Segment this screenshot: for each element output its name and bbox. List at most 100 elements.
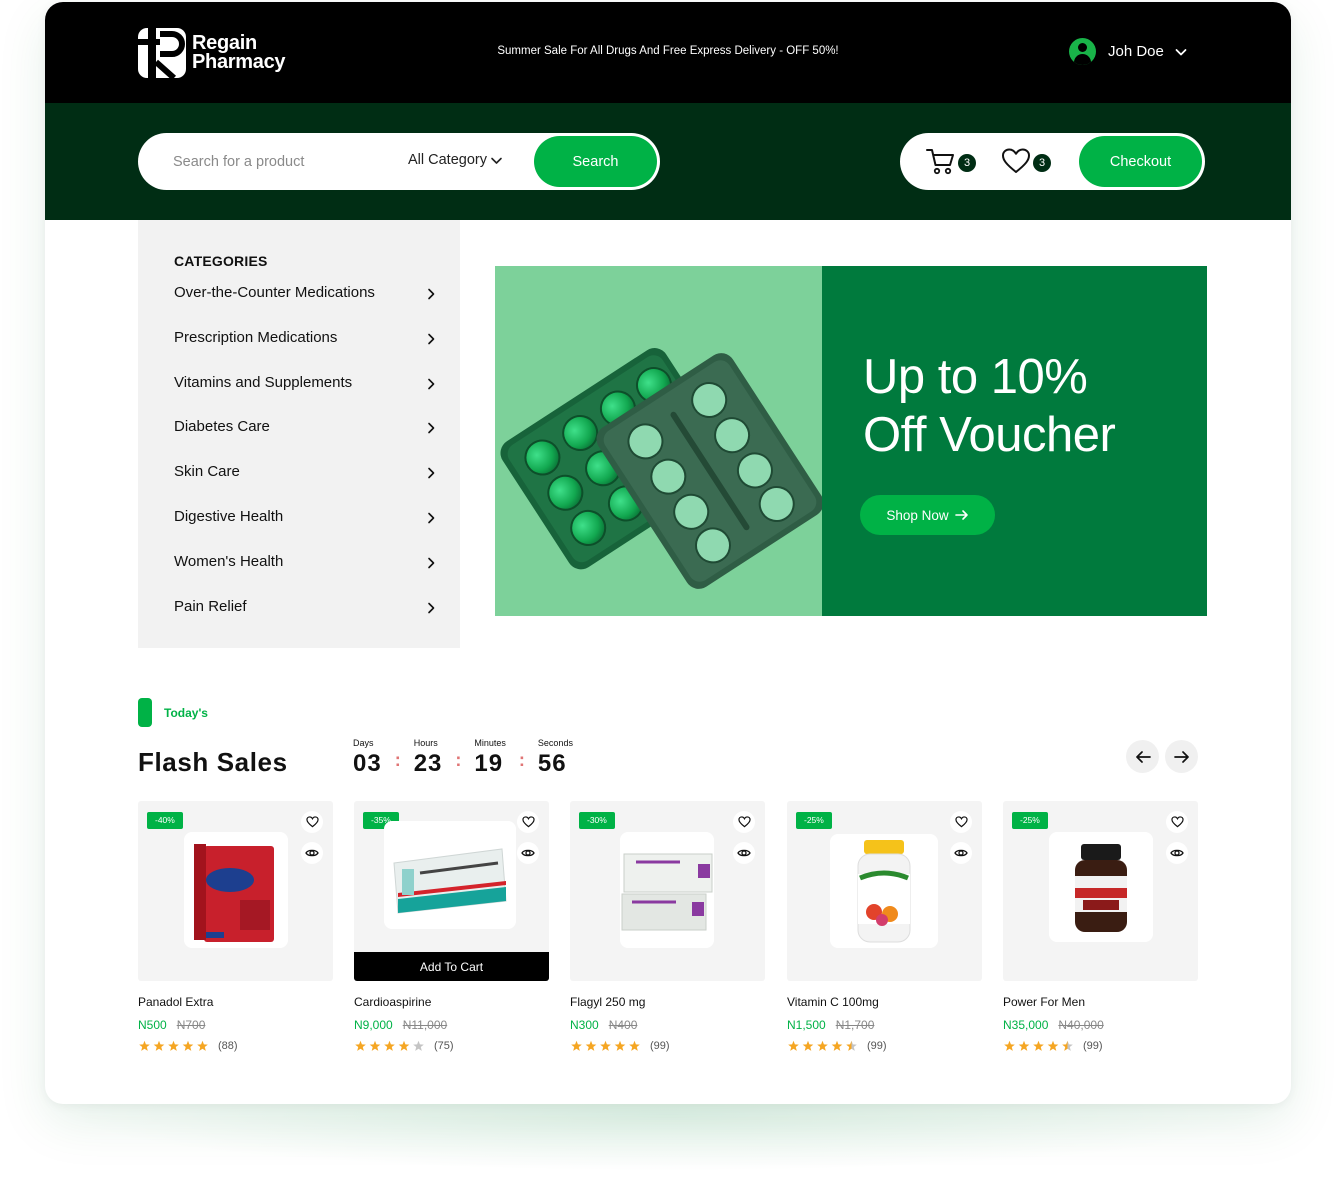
chevron-right-icon — [428, 333, 435, 345]
banner-image-pills — [495, 266, 822, 616]
heart-icon — [305, 816, 319, 828]
banner-headline-line-2: Off Voucher — [863, 408, 1116, 462]
product-prices: N35,000 N40,000 — [1003, 1018, 1198, 1032]
product-card[interactable]: -25% Vitamin C 100mg N1,500 N1,700 (99) — [787, 801, 982, 1052]
product-price: N1,500 — [787, 1018, 826, 1032]
add-to-wishlist-button[interactable] — [950, 811, 972, 833]
discount-badge: -40% — [147, 812, 183, 829]
star-icon — [384, 1040, 395, 1051]
product-image — [384, 821, 516, 929]
chevron-right-icon — [428, 423, 435, 434]
page-card: Regain Pharmacy Summer Sale For All Drug… — [45, 2, 1291, 1104]
countdown-separator: : — [455, 750, 462, 770]
quick-view-button[interactable] — [733, 842, 755, 864]
product-prices: N9,000 N11,000 — [354, 1018, 549, 1032]
product-card[interactable]: -40% Panadol Extra N500 N700 (88) — [138, 801, 333, 1052]
product-price: N9,000 — [354, 1018, 393, 1032]
star-icon — [831, 1040, 843, 1051]
star-icon — [398, 1040, 410, 1051]
category-label: Pain Relief — [174, 597, 247, 615]
category-item[interactable]: Pain Relief — [174, 598, 438, 643]
product-image — [830, 834, 938, 948]
quick-view-button[interactable] — [517, 842, 539, 864]
shop-now-button[interactable]: Shop Now — [860, 495, 995, 535]
star-icon — [614, 1040, 626, 1051]
category-item[interactable]: Skin Care — [174, 463, 438, 508]
brand-line-2: Pharmacy — [192, 51, 286, 73]
top-bar: Regain Pharmacy Summer Sale For All Drug… — [45, 2, 1291, 103]
cart-actions: 3 3 Checkout — [900, 133, 1205, 190]
countdown-value: 19 — [474, 750, 504, 777]
category-item[interactable]: Women's Health — [174, 553, 438, 598]
countdown-hours: Hours 23 — [414, 738, 443, 777]
add-to-cart-button[interactable]: Add To Cart — [354, 952, 549, 981]
prev-button[interactable] — [1126, 740, 1159, 773]
product-prices: N500 N700 — [138, 1018, 333, 1032]
user-menu[interactable]: Joh Doe — [1069, 38, 1188, 65]
section-tag: Today's — [164, 706, 208, 720]
category-label: Women's Health — [174, 552, 284, 570]
shop-now-label: Shop Now — [886, 507, 949, 523]
category-item[interactable]: Digestive Health — [174, 508, 438, 553]
product-bottle-image — [857, 840, 911, 943]
discount-badge: -30% — [579, 812, 615, 829]
category-dropdown[interactable]: All Category — [408, 152, 503, 168]
countdown-label: Minutes — [474, 738, 506, 748]
next-button[interactable] — [1165, 740, 1198, 773]
promo-banner: Up to 10% Off Voucher Shop Now — [495, 266, 1207, 616]
product-image-area: -25% — [787, 801, 982, 981]
add-to-wishlist-button[interactable] — [517, 811, 539, 833]
checkout-button[interactable]: Checkout — [1079, 136, 1202, 187]
star-icon — [1033, 1040, 1044, 1051]
search-band: All Category Search 3 3 — [45, 103, 1291, 220]
quick-view-button[interactable] — [1166, 842, 1188, 864]
brand-name: Regain Pharmacy — [192, 33, 286, 73]
countdown-label: Days — [353, 738, 374, 748]
product-box-image — [393, 848, 507, 914]
product-card[interactable]: -25% Power For Men N35,000 N40,000 (99) — [1003, 801, 1198, 1052]
countdown-value: 56 — [537, 750, 567, 777]
quick-view-button[interactable] — [950, 842, 972, 864]
category-item[interactable]: Over-the-Counter Medications — [174, 284, 438, 329]
countdown-minutes: Minutes 19 — [474, 738, 506, 777]
quick-view-button[interactable] — [301, 842, 323, 864]
product-rating: (99) — [1003, 1040, 1198, 1052]
star-icon — [629, 1040, 640, 1051]
discount-badge: -25% — [796, 812, 832, 829]
add-to-wishlist-button[interactable] — [1166, 811, 1188, 833]
category-item[interactable]: Prescription Medications — [174, 329, 438, 374]
search-input[interactable] — [173, 150, 393, 174]
category-item[interactable]: Vitamins and Supplements — [174, 374, 438, 419]
star-icon — [369, 1040, 381, 1051]
star-icon — [413, 1040, 424, 1051]
product-name: Cardioaspirine — [354, 995, 432, 1009]
wishlist-count-badge: 3 — [1033, 154, 1051, 172]
star-icon — [1004, 1040, 1015, 1051]
review-count: (99) — [650, 1040, 670, 1052]
product-name: Panadol Extra — [138, 995, 214, 1009]
countdown-days: Days 03 — [353, 738, 382, 777]
add-to-wishlist-button[interactable] — [301, 811, 323, 833]
add-to-wishlist-button[interactable] — [733, 811, 755, 833]
discount-badge: -25% — [1012, 812, 1048, 829]
chevron-down-icon — [491, 157, 502, 164]
pill-blister-image — [500, 348, 822, 589]
chevron-right-icon — [428, 557, 435, 569]
search-bar: All Category Search — [138, 133, 660, 190]
category-label: Vitamins and Supplements — [174, 373, 353, 391]
product-rating: (99) — [570, 1040, 765, 1052]
flash-sales-title: Flash Sales — [138, 747, 288, 777]
star-icon — [1047, 1040, 1059, 1051]
category-item[interactable]: Diabetes Care — [174, 418, 438, 463]
category-label: Diabetes Care — [174, 418, 270, 436]
cart-button[interactable]: 3 — [926, 147, 976, 175]
wishlist-button[interactable]: 3 — [1001, 147, 1051, 175]
chevron-right-icon — [428, 288, 435, 300]
heart-icon — [1002, 148, 1030, 173]
heart-icon — [954, 816, 968, 828]
chevron-right-icon — [428, 467, 435, 479]
brand-logo[interactable]: Regain Pharmacy — [138, 28, 286, 78]
search-button[interactable]: Search — [534, 136, 657, 187]
product-card[interactable]: -35% Add To Cart Cardioaspirine N9,000 N… — [354, 801, 549, 1052]
product-card[interactable]: -30% Flagyl 250 mg N300 N400 (99) — [570, 801, 765, 1052]
